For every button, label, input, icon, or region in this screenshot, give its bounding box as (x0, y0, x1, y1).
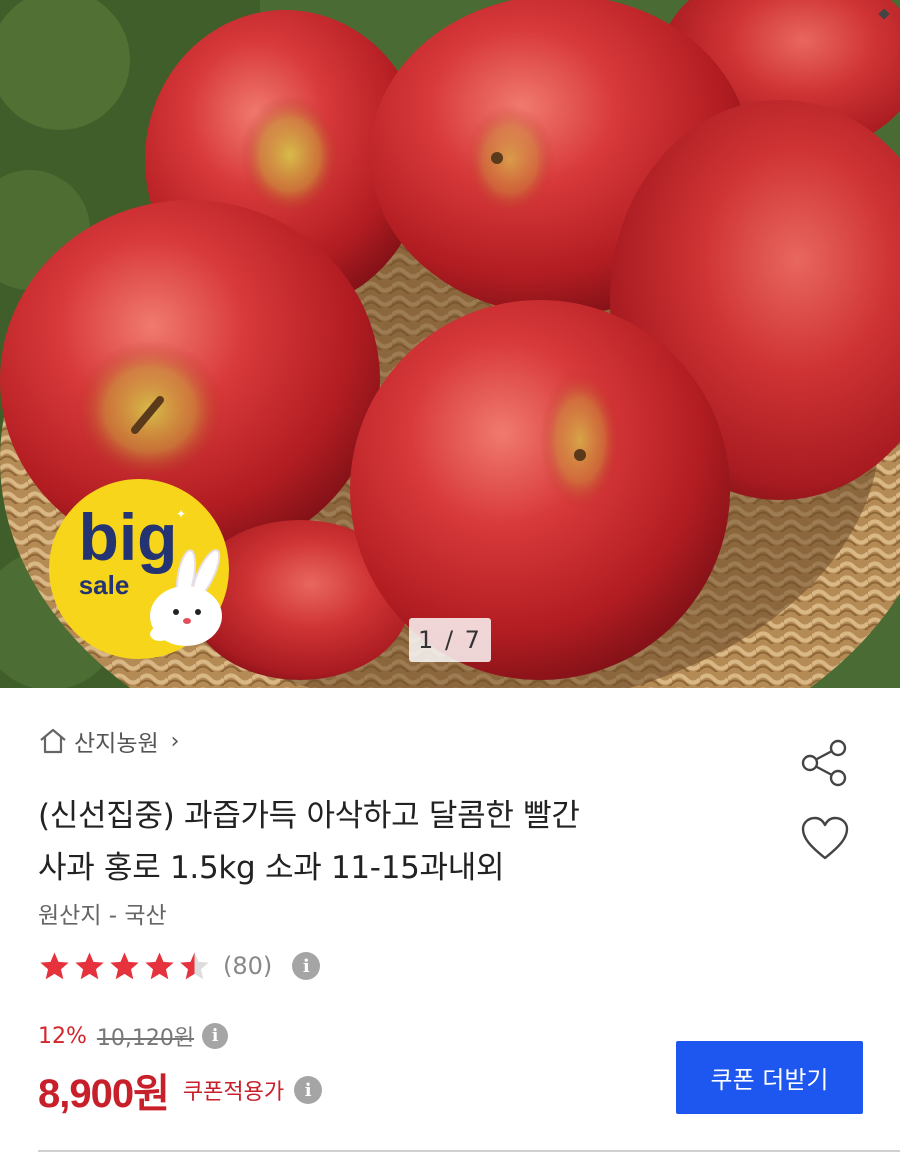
coupon-price-note: 쿠폰적용가 (182, 1080, 285, 1105)
share-icon[interactable] (798, 738, 850, 788)
coupon-info-icon[interactable]: i (294, 1076, 323, 1104)
discount-rate: 12% (38, 1023, 87, 1049)
price-info-icon[interactable]: i (202, 1023, 229, 1049)
big-sale-badge: big sale ✦ (49, 479, 229, 659)
image-page-counter: 1 / 7 (409, 618, 491, 662)
get-more-coupons-button[interactable]: 쿠폰 더받기 (676, 1041, 863, 1114)
review-count[interactable]: (80) (223, 952, 272, 980)
home-icon (40, 728, 66, 754)
rating-row[interactable]: (80) i (38, 946, 321, 986)
star-rating (38, 950, 211, 983)
chevron-right-icon: › (170, 728, 180, 754)
sale-price: 8,900원 (38, 1072, 170, 1116)
product-title-line-2: 사과 홍로 1.5kg 소과 11-15과내외 (38, 850, 505, 886)
product-image-gallery[interactable]: big sale ✦ 1 / 7 (0, 0, 900, 688)
badge-sale-text: sale (79, 570, 130, 600)
origin-label: 원산지 - 국산 (38, 903, 167, 929)
sparkle-icon: ✦ (176, 507, 186, 521)
star-full-icon (40, 951, 69, 979)
divider (38, 1150, 900, 1152)
rating-info-icon[interactable]: i (292, 952, 321, 980)
star-full-icon (75, 951, 104, 979)
sale-price-row: 8,900원 쿠폰적용가 i (38, 1062, 323, 1118)
discount-row: 12% 10,120원 i (38, 1020, 229, 1052)
product-title-line-1: (신선집중) 과즙가득 아삭하고 달콤한 빨간 (38, 798, 580, 834)
star-full-icon (110, 951, 139, 979)
seller-store-link[interactable]: 산지농원 › (38, 724, 179, 758)
seller-name: 산지농원 (74, 731, 159, 757)
badge-big-text: big (79, 500, 178, 574)
original-price: 10,120원 (96, 1026, 195, 1051)
heart-icon[interactable] (800, 816, 850, 862)
star-full-icon (145, 951, 174, 979)
star-half-icon (180, 951, 209, 979)
product-title: (신선집중) 과즙가득 아삭하고 달콤한 빨간 사과 홍로 1.5kg 소과 1… (38, 790, 738, 894)
